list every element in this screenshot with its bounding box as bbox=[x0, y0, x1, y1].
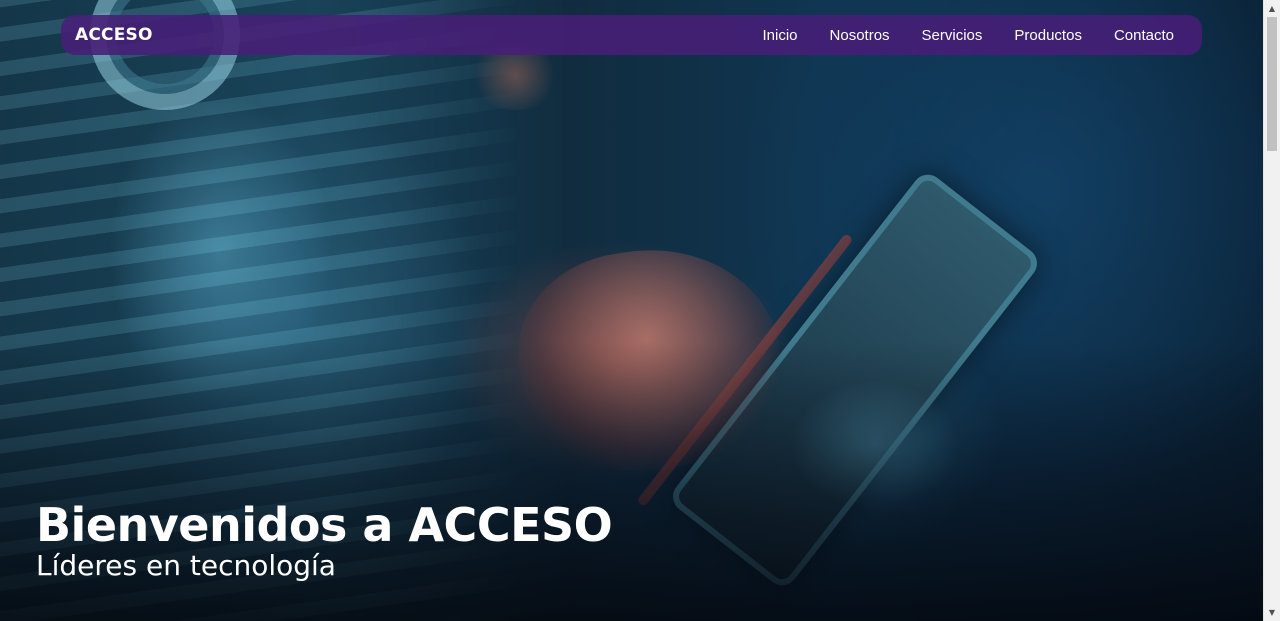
scrollbar-thumb[interactable] bbox=[1267, 17, 1277, 151]
triangle-up-icon[interactable]: ▲ bbox=[1264, 0, 1280, 17]
hero-text: Bienvenidos a ACCESO Líderes en tecnolog… bbox=[36, 497, 613, 583]
hero-subtitle: Líderes en tecnología bbox=[36, 549, 336, 582]
nav-links: Inicio Nosotros Servicios Productos Cont… bbox=[762, 27, 1174, 44]
nav-link-productos[interactable]: Productos bbox=[1014, 27, 1082, 44]
nav-link-nosotros[interactable]: Nosotros bbox=[830, 27, 890, 44]
nav-link-contacto[interactable]: Contacto bbox=[1114, 27, 1174, 44]
brand-logo[interactable]: ACCESO bbox=[75, 25, 153, 45]
navbar: ACCESO Inicio Nosotros Servicios Product… bbox=[61, 15, 1202, 55]
hero-background-image: ACCESO Inicio Nosotros Servicios Product… bbox=[0, 0, 1263, 621]
hero-title: Bienvenidos a ACCESO bbox=[36, 498, 613, 552]
nav-link-inicio[interactable]: Inicio bbox=[762, 27, 797, 44]
page: ACCESO Inicio Nosotros Servicios Product… bbox=[0, 0, 1280, 621]
nav-link-servicios[interactable]: Servicios bbox=[922, 27, 983, 44]
vertical-scrollbar[interactable]: ▲ ▼ bbox=[1263, 0, 1280, 621]
triangle-down-icon[interactable]: ▼ bbox=[1264, 604, 1280, 621]
